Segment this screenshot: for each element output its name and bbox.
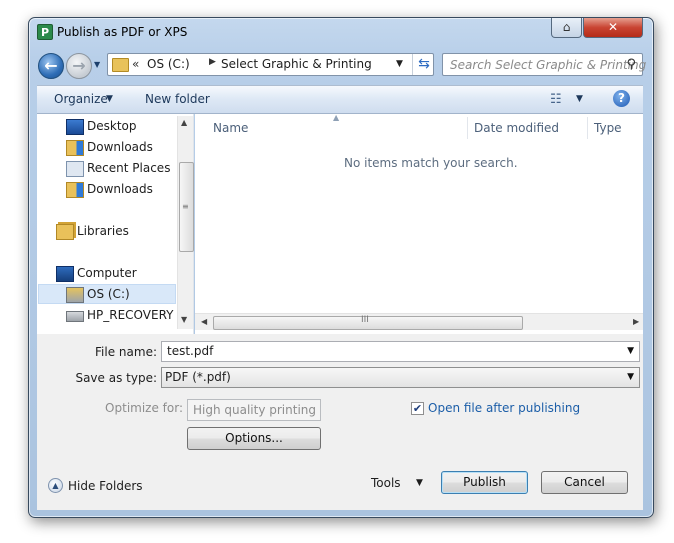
libraries-icon [56, 224, 74, 240]
hide-folders-button[interactable]: Hide Folders [68, 479, 143, 493]
back-arrow-icon: ← [44, 56, 58, 75]
organize-menu[interactable]: Organize [54, 92, 108, 106]
back-button[interactable]: ← [38, 53, 64, 79]
sidebar-item-hp-recovery[interactable]: HP_RECOVERY (D [66, 305, 176, 325]
search-input[interactable]: Search Select Graphic & Printing ⚲ [442, 53, 647, 76]
computer-icon [56, 266, 74, 282]
desktop-icon [66, 119, 84, 135]
column-divider[interactable] [587, 117, 588, 139]
publish-button[interactable]: Publish [441, 471, 528, 494]
save-as-type-label: Save as type: [75, 371, 157, 385]
file-name-dropdown-icon[interactable]: ▼ [627, 342, 634, 361]
breadcrumb-os-drive[interactable]: OS (C:) [147, 57, 190, 71]
sidebar-item-label: Libraries [77, 224, 129, 238]
column-header-type[interactable]: Type [594, 121, 622, 135]
horizontal-scrollbar[interactable]: ◀ III ▶ [195, 313, 643, 330]
save-as-type-dropdown-icon[interactable]: ▼ [627, 368, 634, 387]
file-list[interactable] [195, 114, 643, 334]
scroll-grip-icon: III [361, 315, 369, 325]
save-as-type-value: PDF (*.pdf) [165, 370, 231, 384]
folder-icon [112, 58, 129, 72]
window-title: Publish as PDF or XPS [57, 25, 188, 39]
search-icon[interactable]: ⚲ [626, 57, 636, 72]
column-header-date-modified[interactable]: Date modified [474, 121, 559, 135]
downloads-folder-icon [66, 140, 84, 156]
scroll-left-icon[interactable]: ◀ [201, 317, 207, 326]
column-divider[interactable] [467, 117, 468, 139]
search-placeholder: Search Select Graphic & Printing [450, 58, 647, 72]
cancel-button[interactable]: Cancel [541, 471, 628, 494]
address-dropdown-icon[interactable]: ▼ [396, 59, 403, 69]
refresh-icon[interactable]: ⇆ [412, 54, 435, 75]
sidebar-item-label: Downloads [87, 140, 153, 154]
app-icon: P [37, 24, 53, 40]
scroll-up-icon[interactable]: ▲ [181, 118, 187, 127]
os-drive-icon [66, 287, 84, 303]
sidebar-item-label: Downloads [87, 182, 153, 196]
open-after-publishing-label[interactable]: Open file after publishing [428, 401, 580, 415]
column-header-name[interactable]: Name [213, 121, 248, 135]
forward-button[interactable]: → [66, 53, 92, 79]
scroll-right-icon[interactable]: ▶ [633, 317, 639, 326]
sidebar-item-label: Desktop [87, 119, 137, 133]
sidebar-item-label: OS (C:) [87, 287, 130, 301]
recent-pages-dropdown-icon[interactable]: ▼ [94, 60, 104, 70]
sort-ascending-icon: ▲ [333, 113, 340, 122]
breadcrumb-current-folder[interactable]: Select Graphic & Printing [207, 57, 372, 71]
tools-menu[interactable]: Tools [371, 476, 401, 490]
sidebar-item-label: Recent Places [87, 161, 171, 175]
tools-dropdown-icon[interactable]: ▼ [416, 478, 423, 488]
checkmark-icon: ✔ [412, 402, 423, 415]
save-as-type-select[interactable]: PDF (*.pdf) ▼ [161, 367, 640, 388]
organize-dropdown-icon[interactable]: ▼ [106, 94, 113, 104]
sidebar-scrollbar[interactable]: ▲ ≡ ▼ [177, 116, 194, 329]
optimize-for-label: Optimize for: [105, 401, 183, 415]
view-dropdown-icon[interactable]: ▼ [576, 94, 583, 104]
drive-icon [66, 311, 84, 322]
file-name-label: File name: [95, 345, 157, 359]
new-folder-button[interactable]: New folder [145, 92, 210, 106]
scroll-down-icon[interactable]: ▼ [181, 315, 187, 324]
restore-caption-button[interactable]: ⌂ [551, 18, 582, 38]
help-icon[interactable]: ? [613, 90, 630, 107]
downloads-folder-icon [66, 182, 84, 198]
file-name-value: test.pdf [167, 344, 214, 358]
sidebar-item-label: Computer [77, 266, 137, 280]
forward-arrow-icon: → [72, 56, 86, 75]
sidebar-item-label: HP_RECOVERY (D [87, 308, 176, 322]
address-overflow[interactable]: « [132, 57, 139, 71]
hide-folders-icon[interactable]: ▲ [48, 478, 63, 493]
change-view-icon[interactable]: ☷ [550, 92, 562, 107]
scroll-grip-icon: ≡ [182, 202, 189, 211]
options-button[interactable]: Options... [187, 427, 321, 450]
empty-message: No items match your search. [344, 156, 518, 170]
file-name-field[interactable]: test.pdf ▼ [161, 341, 640, 362]
close-caption-button[interactable]: ✕ [583, 18, 643, 38]
recent-places-icon [66, 161, 84, 177]
optimize-for-field: High quality printing [187, 399, 321, 421]
address-bar[interactable]: « OS (C:) ▶ Select Graphic & Printing ▼ … [107, 53, 434, 76]
open-after-publishing-checkbox[interactable]: ✔ [411, 402, 424, 415]
